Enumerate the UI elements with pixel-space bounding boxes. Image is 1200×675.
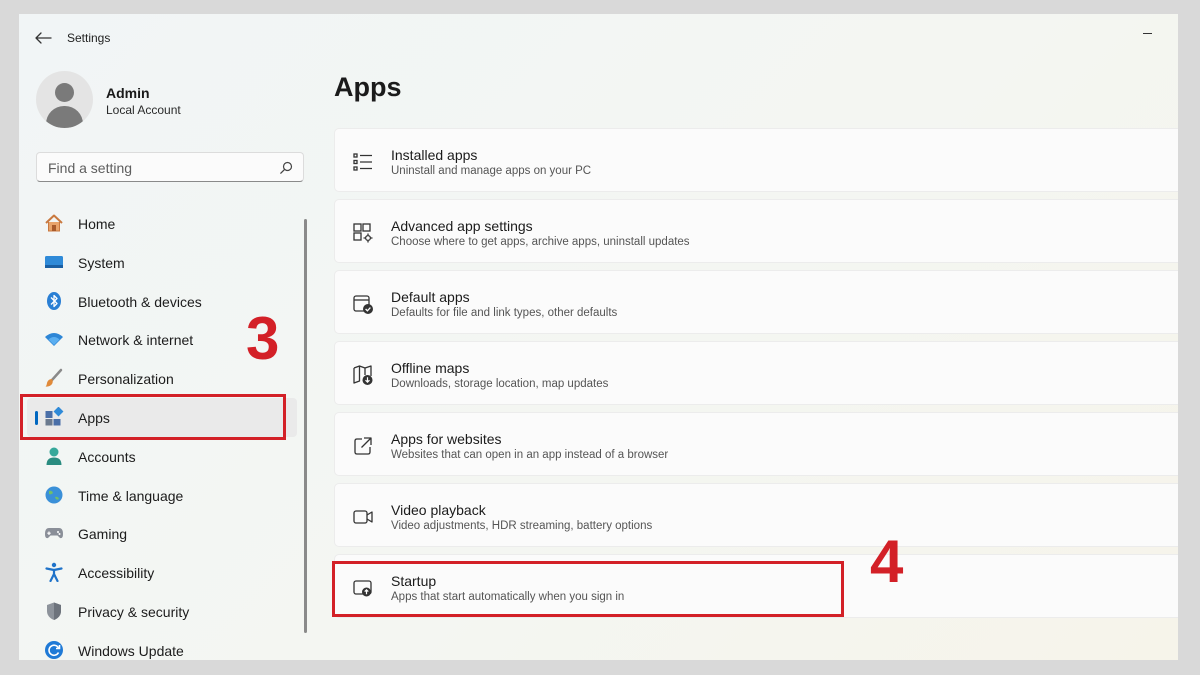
sidebar-item-label: System bbox=[78, 254, 125, 271]
globe-icon bbox=[45, 486, 63, 504]
sidebar-item-accounts[interactable]: Accounts bbox=[27, 437, 297, 476]
search-box[interactable] bbox=[36, 152, 304, 182]
window-title: Settings bbox=[67, 31, 111, 45]
card-title: Video playback bbox=[391, 502, 486, 518]
search-input[interactable] bbox=[46, 159, 275, 177]
title-bar: Settings bbox=[19, 14, 1178, 62]
home-icon bbox=[45, 214, 63, 232]
annotation-step-3: 3 bbox=[246, 305, 280, 372]
brush-icon bbox=[45, 368, 63, 387]
sidebar-item-system[interactable]: System bbox=[27, 243, 297, 282]
back-arrow-icon bbox=[35, 32, 52, 44]
sidebar-item-label: Network & internet bbox=[78, 332, 194, 349]
sidebar-item-home[interactable]: Home bbox=[27, 204, 297, 243]
minimize-button[interactable] bbox=[1133, 19, 1161, 45]
app-settings-icon bbox=[353, 223, 373, 243]
card-title: Apps for websites bbox=[391, 431, 502, 447]
sidebar-item-label: Windows Update bbox=[78, 642, 184, 659]
wifi-icon bbox=[45, 333, 63, 347]
default-apps-icon bbox=[353, 295, 373, 314]
shield-icon bbox=[47, 602, 61, 620]
gamepad-icon bbox=[45, 528, 63, 539]
back-button[interactable] bbox=[33, 30, 53, 46]
sidebar-item-label: Personalization bbox=[78, 371, 174, 388]
card-subtitle: Uninstall and manage apps on your PC bbox=[391, 165, 592, 177]
system-icon bbox=[45, 255, 63, 268]
annotation-box-startup bbox=[332, 561, 844, 617]
annotation-step-4: 4 bbox=[870, 528, 904, 595]
account-type: Local Account bbox=[106, 103, 181, 117]
card-subtitle: Websites that can open in an app instead… bbox=[391, 449, 669, 461]
card-subtitle: Video adjustments, HDR streaming, batter… bbox=[391, 520, 653, 532]
sidebar-item-label: Home bbox=[78, 216, 116, 232]
card-title: Offline maps bbox=[391, 360, 470, 376]
sidebar-item-label: Accounts bbox=[78, 448, 136, 465]
sidebar-item-label: Bluetooth & devices bbox=[78, 293, 202, 310]
card-installed-apps[interactable]: Installed apps Uninstall and manage apps… bbox=[334, 128, 1178, 192]
card-title: Default apps bbox=[391, 289, 470, 305]
list-icon bbox=[353, 153, 372, 171]
user-name: Admin bbox=[106, 85, 150, 101]
update-icon bbox=[45, 640, 63, 659]
card-video-playback[interactable]: Video playback Video adjustments, HDR st… bbox=[334, 483, 1178, 547]
accounts-icon bbox=[46, 447, 62, 465]
annotation-box-apps bbox=[20, 394, 286, 440]
sidebar-item-label: Time & language bbox=[78, 487, 184, 504]
sidebar-item-windows-update[interactable]: Windows Update bbox=[27, 631, 297, 660]
card-advanced-app-settings[interactable]: Advanced app settings Choose where to ge… bbox=[334, 199, 1178, 263]
open-external-icon bbox=[354, 437, 372, 455]
search-icon[interactable] bbox=[279, 161, 293, 175]
card-subtitle: Downloads, storage location, map updates bbox=[391, 378, 609, 390]
video-icon bbox=[353, 510, 373, 524]
sidebar-item-label: Privacy & security bbox=[78, 603, 190, 620]
card-offline-maps[interactable]: Offline maps Downloads, storage location… bbox=[334, 341, 1178, 405]
sidebar-item-time-language[interactable]: Time & language bbox=[27, 476, 297, 515]
card-apps-for-websites[interactable]: Apps for websites Websites that can open… bbox=[334, 412, 1178, 476]
avatar[interactable] bbox=[36, 71, 93, 128]
sidebar-scrollbar[interactable] bbox=[304, 219, 307, 633]
sidebar-item-gaming[interactable]: Gaming bbox=[27, 514, 297, 553]
map-icon bbox=[353, 365, 373, 385]
sidebar-item-privacy[interactable]: Privacy & security bbox=[27, 592, 297, 631]
sidebar-item-label: Gaming bbox=[78, 526, 128, 543]
card-title: Advanced app settings bbox=[391, 218, 533, 234]
card-subtitle: Choose where to get apps, archive apps, … bbox=[391, 236, 690, 248]
card-subtitle: Defaults for file and link types, other … bbox=[391, 307, 618, 319]
bluetooth-icon bbox=[47, 291, 61, 310]
card-title: Installed apps bbox=[391, 147, 478, 163]
page-title: Apps bbox=[334, 72, 402, 102]
accessibility-icon bbox=[45, 562, 63, 583]
sidebar-item-accessibility[interactable]: Accessibility bbox=[27, 553, 297, 592]
card-default-apps[interactable]: Default apps Defaults for file and link … bbox=[334, 270, 1178, 334]
sidebar-item-label: Accessibility bbox=[78, 565, 155, 582]
